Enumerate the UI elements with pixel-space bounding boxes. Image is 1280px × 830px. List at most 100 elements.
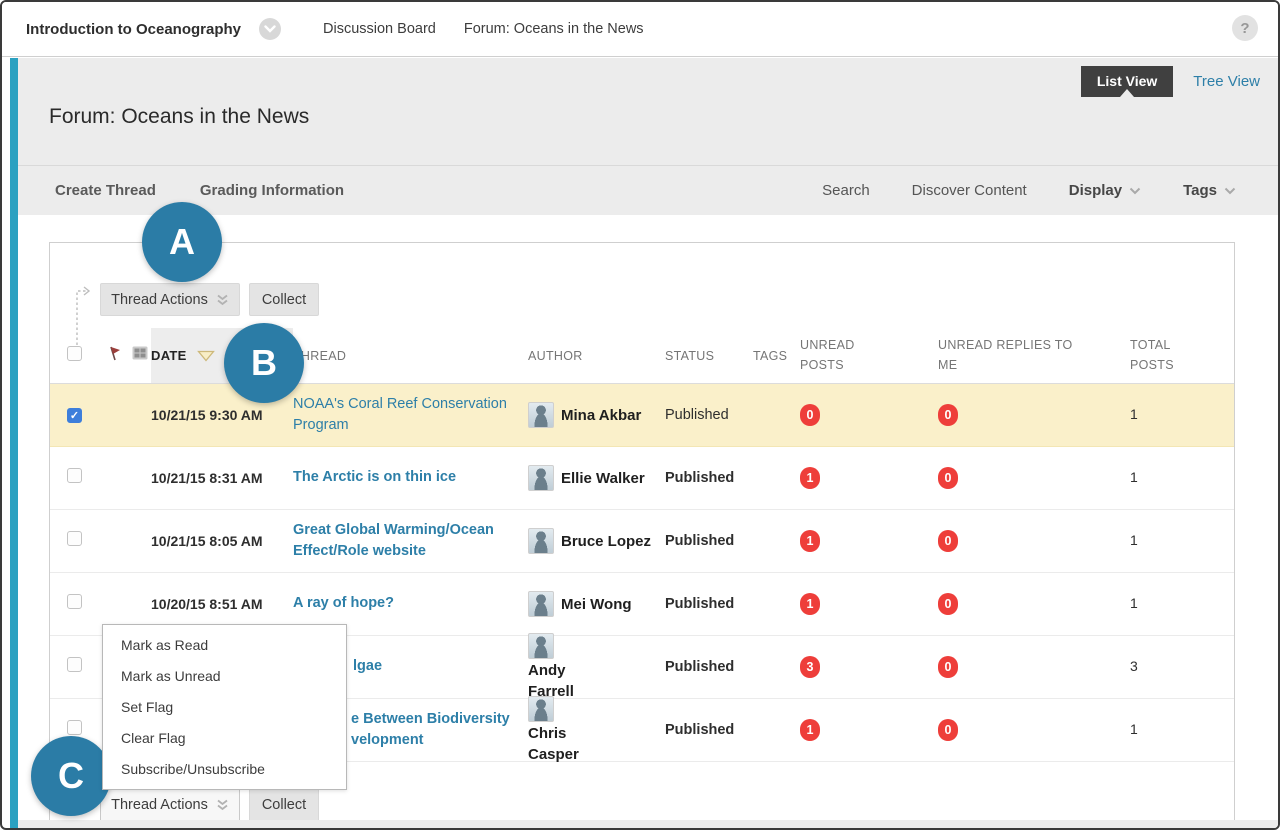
row-checkbox[interactable] — [67, 657, 82, 672]
table-row[interactable]: 10/21/15 8:31 AM The Arctic is on thin i… — [50, 447, 1234, 510]
unread-posts-badge[interactable]: 0 — [800, 404, 820, 426]
thread-link[interactable]: The Arctic is on thin ice — [293, 467, 510, 488]
status-badge: Published — [665, 596, 734, 612]
thread-author: Chris Casper — [528, 696, 614, 765]
course-title: Introduction to Oceanography — [26, 21, 241, 38]
tags-column-header[interactable]: TAGS — [753, 349, 800, 363]
unread-replies-badge[interactable]: 0 — [938, 404, 958, 426]
total-posts-value: 1 — [1130, 595, 1138, 611]
breadcrumb-forum: Forum: Oceans in the News — [464, 21, 644, 37]
collect-button-bottom[interactable]: Collect — [249, 788, 319, 822]
flag-column-icon[interactable] — [108, 345, 122, 361]
display-dropdown[interactable]: Display — [1069, 182, 1141, 199]
total-posts-value: 1 — [1130, 721, 1138, 737]
thread-date: 10/21/15 8:05 AM — [151, 533, 263, 549]
row-checkbox[interactable] — [67, 408, 82, 423]
thread-column-header[interactable]: THREAD — [293, 349, 528, 363]
author-name: Bruce Lopez — [561, 531, 651, 552]
total-posts-value: 1 — [1130, 469, 1138, 485]
course-menu-chevron-icon[interactable] — [259, 18, 281, 40]
menu-item-mark-as-unread[interactable]: Mark as Unread — [103, 664, 346, 688]
author-name: Ellie Walker — [561, 468, 645, 489]
thread-link-line2: velopment — [351, 730, 510, 751]
status-badge: Published — [665, 659, 734, 675]
tree-view-link[interactable]: Tree View — [1193, 73, 1260, 90]
thread-author: Andy Farrell — [528, 633, 614, 702]
thread-author: Mei Wong — [528, 591, 655, 617]
unread-replies-column-header[interactable]: UNREAD REPLIES TO ME — [938, 336, 1128, 375]
page-header-band: List View Tree View Forum: Oceans in the… — [17, 58, 1278, 215]
row-checkbox[interactable] — [67, 720, 82, 735]
double-chevron-down-icon — [216, 294, 229, 306]
unread-posts-badge[interactable]: 1 — [800, 719, 820, 741]
grid-column-icon[interactable] — [132, 346, 148, 360]
thread-author: Ellie Walker — [528, 465, 655, 491]
app-window: Introduction to Oceanography Discussion … — [0, 0, 1280, 830]
page-title: Forum: Oceans in the News — [49, 105, 309, 129]
chevron-down-icon — [1129, 187, 1141, 195]
unread-replies-badge[interactable]: 0 — [938, 467, 958, 489]
avatar — [528, 528, 554, 554]
help-icon[interactable]: ? — [1232, 15, 1258, 41]
thread-actions-button[interactable]: Thread Actions — [100, 283, 240, 316]
double-chevron-down-icon — [216, 799, 229, 811]
total-posts-header-label: TOTAL POSTS — [1130, 336, 1185, 375]
row-checkbox[interactable] — [67, 531, 82, 546]
thread-link[interactable]: e Between Biodiversity velopment — [351, 709, 510, 751]
create-thread-button[interactable]: Create Thread — [55, 182, 156, 199]
unread-posts-badge[interactable]: 1 — [800, 593, 820, 615]
total-posts-column-header[interactable]: TOTAL POSTS — [1128, 336, 1234, 375]
tags-dropdown[interactable]: Tags — [1183, 182, 1236, 199]
table-row[interactable]: 10/21/15 8:05 AM Great Global Warming/Oc… — [50, 510, 1234, 573]
annotation-bubble-c: C — [31, 736, 111, 816]
top-navigation-bar: Introduction to Oceanography Discussion … — [2, 2, 1278, 57]
menu-item-subscribe-unsubscribe[interactable]: Subscribe/Unsubscribe — [103, 757, 346, 781]
action-bar: Create Thread Grading Information Search… — [17, 166, 1278, 215]
status-badge: Published — [665, 470, 734, 486]
menu-item-set-flag[interactable]: Set Flag — [103, 695, 346, 719]
breadcrumb-discussion-board[interactable]: Discussion Board — [323, 21, 436, 37]
table-row[interactable]: 10/21/15 9:30 AM NOAA's Coral Reef Conse… — [50, 384, 1234, 447]
thread-link-line1: e Between Biodiversity — [351, 709, 510, 730]
thread-link[interactable]: lgae — [353, 656, 510, 677]
thread-actions-label: Thread Actions — [111, 292, 208, 308]
status-badge: Published — [665, 722, 734, 738]
unread-posts-column-header[interactable]: UNREAD POSTS — [800, 336, 938, 375]
thread-link[interactable]: NOAA's Coral Reef Conservation Program — [293, 394, 510, 436]
author-column-header[interactable]: AUTHOR — [528, 349, 665, 363]
thread-date: 10/20/15 8:51 AM — [151, 596, 263, 612]
unread-replies-badge[interactable]: 0 — [938, 719, 958, 741]
select-all-checkbox[interactable] — [67, 346, 82, 361]
author-name: Mina Akbar — [561, 405, 641, 426]
thread-link[interactable]: A ray of hope? — [293, 593, 510, 614]
unread-replies-badge[interactable]: 0 — [938, 530, 958, 552]
thread-link[interactable]: Great Global Warming/Ocean Effect/Role w… — [293, 520, 510, 562]
annotation-bubble-b: B — [224, 323, 304, 403]
unread-posts-badge[interactable]: 1 — [800, 467, 820, 489]
unread-posts-badge[interactable]: 1 — [800, 530, 820, 552]
total-posts-value: 1 — [1130, 406, 1138, 422]
row-checkbox[interactable] — [67, 468, 82, 483]
unread-replies-badge[interactable]: 0 — [938, 593, 958, 615]
collect-button[interactable]: Collect — [249, 283, 319, 316]
thread-actions-button-bottom[interactable]: Thread Actions — [100, 788, 240, 822]
avatar — [528, 465, 554, 491]
unread-replies-header-label: UNREAD REPLIES TO ME — [938, 336, 1093, 375]
thread-author: Bruce Lopez — [528, 528, 655, 554]
row-checkbox[interactable] — [67, 594, 82, 609]
discover-content-button[interactable]: Discover Content — [912, 182, 1027, 199]
unread-posts-badge[interactable]: 3 — [800, 656, 820, 678]
search-button[interactable]: Search — [822, 182, 870, 199]
list-view-button[interactable]: List View — [1081, 66, 1173, 97]
total-posts-value: 3 — [1130, 658, 1138, 674]
menu-item-mark-as-read[interactable]: Mark as Read — [103, 633, 346, 657]
status-column-header[interactable]: STATUS — [665, 349, 753, 363]
tags-label: Tags — [1183, 182, 1217, 199]
thread-author: Mina Akbar — [528, 402, 655, 428]
grading-information-button[interactable]: Grading Information — [200, 182, 344, 199]
menu-item-clear-flag[interactable]: Clear Flag — [103, 726, 346, 750]
avatar — [528, 633, 554, 659]
unread-replies-badge[interactable]: 0 — [938, 656, 958, 678]
collect-label: Collect — [262, 292, 306, 308]
sort-descending-icon — [197, 350, 215, 362]
